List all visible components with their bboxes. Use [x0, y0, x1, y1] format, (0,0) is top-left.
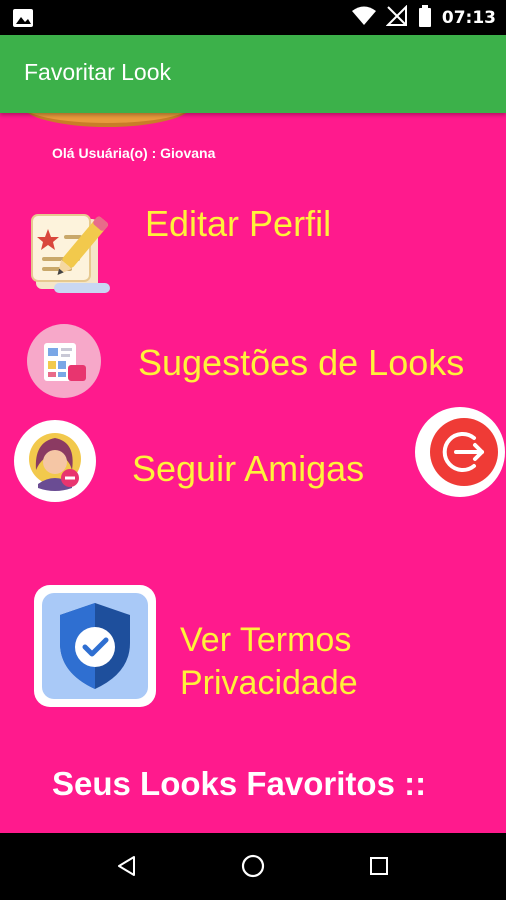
- battery-icon: [418, 5, 432, 31]
- navigation-bar: [0, 833, 506, 900]
- status-bar: 07:13: [0, 0, 506, 35]
- look-suggestions-item[interactable]: Sugestões de Looks: [0, 318, 506, 408]
- privacy-terms-item[interactable]: Ver Termos Privacidade: [0, 578, 506, 713]
- recents-icon[interactable]: [364, 851, 394, 881]
- look-suggestions-label: Sugestões de Looks: [138, 342, 465, 383]
- privacy-terms-label-line1: Ver Termos: [180, 621, 352, 659]
- edit-profile-label: Editar Perfil: [145, 203, 332, 244]
- follow-friends-icon: [14, 420, 96, 506]
- privacy-terms-label-line2: Privacidade: [180, 664, 358, 702]
- status-time: 07:13: [441, 8, 496, 28]
- follow-friends-label: Seguir Amigas: [132, 448, 365, 489]
- logout-icon: [415, 407, 505, 497]
- page-title: Favoritar Look: [24, 59, 172, 85]
- follow-friends-item[interactable]: Seguir Amigas: [0, 418, 400, 518]
- image-icon: [12, 8, 34, 28]
- look-suggestions-icon: [26, 323, 102, 403]
- edit-profile-icon: [24, 205, 116, 301]
- wifi-icon: [351, 6, 376, 30]
- profile-avatar: [22, 113, 192, 127]
- back-icon[interactable]: [112, 851, 142, 881]
- app-bar: Favoritar Look: [0, 35, 506, 113]
- edit-profile-item[interactable]: Editar Perfil: [0, 193, 506, 303]
- home-icon[interactable]: [238, 851, 268, 881]
- favorites-heading: Seus Looks Favoritos ::: [52, 765, 427, 802]
- greeting-text: Olá Usuária(o) : Giovana: [52, 145, 216, 161]
- logout-button[interactable]: [412, 407, 506, 497]
- main-content: Olá Usuária(o) : Giovana Editar Perfil S…: [0, 113, 506, 833]
- no-signal-icon: [385, 4, 408, 31]
- privacy-shield-icon: [34, 585, 156, 711]
